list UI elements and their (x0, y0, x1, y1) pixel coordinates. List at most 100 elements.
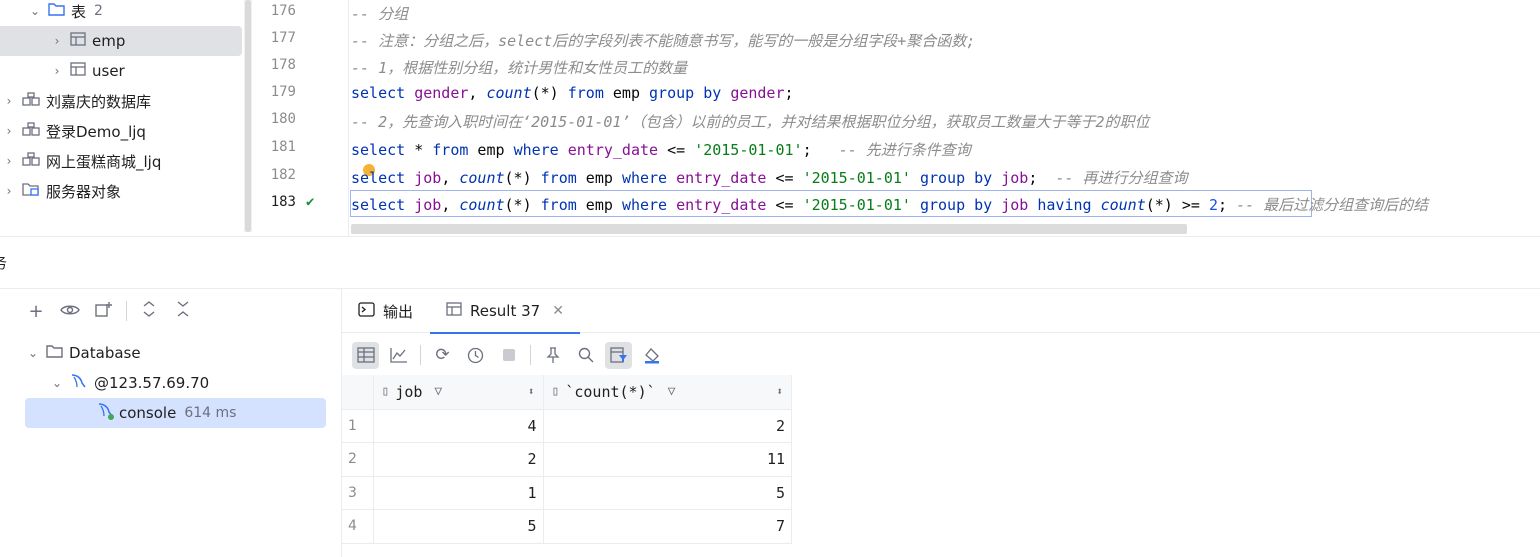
sql-comment: -- 1，根据性别分组，统计男性和女性员工的数量 (351, 59, 688, 77)
sql-table: emp (576, 169, 622, 187)
tree-item-label: emp (92, 32, 126, 50)
cell-count[interactable]: 5 (543, 476, 792, 510)
column-header-job[interactable]: ▯ job ▽ ⬍ (373, 375, 544, 410)
sql-punct: (*) (504, 196, 541, 214)
tree-item-server-objects[interactable]: › 服务器对象 (0, 176, 242, 206)
sql-keyword: where (513, 141, 559, 159)
tree-item-tables[interactable]: ⌄ 表 2 (0, 0, 242, 26)
chevron-down-icon[interactable]: ⌄ (50, 376, 64, 390)
chevron-right-icon[interactable]: › (50, 34, 64, 48)
chevron-down-icon[interactable]: ⌄ (28, 4, 42, 18)
service-item-label: @123.57.69.70 (94, 374, 210, 392)
sql-keyword: select (351, 84, 406, 102)
sql-punct: ; (1028, 169, 1056, 187)
chevron-down-icon[interactable]: ⌄ (26, 346, 40, 360)
filter-columns-icon[interactable] (605, 341, 632, 369)
sql-punct (721, 84, 730, 102)
cell-count[interactable]: 2 (543, 409, 792, 443)
add-icon[interactable]: + (24, 301, 48, 322)
schema-icon (22, 122, 40, 140)
sql-column: job (414, 196, 442, 214)
sql-editor[interactable]: 176 177 178 179 180 181 182 183 ✔ -- 分组 … (256, 0, 1540, 236)
sql-comment: -- 注意：分组之后，select后的字段列表不能随意书写，能写的一般是分组字段… (351, 32, 976, 50)
tree-item-schema-1[interactable]: › 刘嘉庆的数据库 (0, 86, 242, 116)
sql-table: emp (603, 84, 650, 102)
column-header-count[interactable]: ▯ `count(*)` ▽ ⬍ (543, 375, 792, 410)
filter-icon[interactable]: ▽ (668, 384, 676, 399)
sql-keyword: having (1037, 196, 1092, 214)
filter-icon[interactable]: ▽ (434, 384, 442, 399)
sort-icon[interactable]: ⬍ (776, 385, 783, 398)
editor-horizontal-scrollbar[interactable] (351, 224, 1187, 234)
eye-icon[interactable] (58, 301, 82, 322)
tab-output[interactable]: 输出 (358, 289, 413, 333)
line-number: 178 (270, 57, 296, 73)
table-row[interactable]: 4 5 7 (342, 509, 792, 544)
schema-icon (22, 92, 40, 110)
chevron-right-icon[interactable]: › (2, 94, 16, 108)
stop-icon[interactable] (495, 342, 522, 369)
sql-keyword: group by (919, 196, 993, 214)
tree-item-emp[interactable]: › emp (0, 26, 242, 56)
sql-punct: <= (658, 141, 695, 159)
sql-keyword: select (351, 169, 406, 187)
table-row[interactable]: 3 1 5 (342, 476, 792, 510)
table-row[interactable]: 2 2 11 (342, 442, 792, 477)
tree-item-schema-2[interactable]: › 登录Demo_ljq (0, 116, 242, 146)
new-session-icon[interactable] (92, 301, 116, 322)
cell-job[interactable]: 4 (373, 409, 544, 443)
cell-job[interactable]: 2 (373, 442, 544, 477)
service-item-console[interactable]: console 614 ms (25, 398, 326, 428)
sql-punct (405, 196, 414, 214)
sql-column: gender (730, 84, 785, 102)
cell-count[interactable]: 11 (543, 442, 792, 477)
chevron-right-icon[interactable]: › (2, 154, 16, 168)
column-icon: ▯ (381, 384, 390, 400)
table-view-icon[interactable] (352, 341, 379, 369)
chevron-right-icon[interactable]: › (2, 184, 16, 198)
cell-job[interactable]: 5 (373, 509, 544, 544)
terminal-icon (358, 301, 375, 321)
toolbar-separator (530, 345, 531, 365)
sql-keyword: group by (649, 84, 722, 102)
sort-icon[interactable]: ⬍ (528, 385, 535, 398)
table-icon (70, 62, 86, 80)
tree-scrollbar[interactable] (244, 0, 252, 232)
service-item-database[interactable]: ⌄ Database (26, 338, 141, 368)
table-row[interactable]: 1 4 2 (342, 409, 792, 443)
tab-result[interactable]: Result 37 ✕ (430, 289, 580, 334)
sql-comment: -- 分组 (351, 5, 409, 23)
schema-icon (22, 152, 40, 170)
sql-column: entry_date (567, 141, 659, 159)
service-item-label: Database (69, 344, 141, 362)
row-number-header (342, 375, 374, 410)
tree-item-label: 登录Demo_ljq (46, 122, 146, 141)
chevron-right-icon[interactable]: › (2, 124, 16, 138)
close-icon[interactable]: ✕ (552, 303, 564, 319)
code-line-181: select * from emp where entry_date <= '2… (351, 139, 971, 160)
line-number: 182 (270, 167, 296, 183)
code-line-178: -- 1，根据性别分组，统计男性和女性员工的数量 (351, 57, 687, 78)
tree-item-user[interactable]: › user (0, 56, 242, 86)
collapse-all-icon[interactable] (171, 300, 195, 323)
sql-column: job (414, 169, 442, 187)
sql-punct (667, 196, 676, 214)
panel-splitter[interactable] (0, 236, 1540, 237)
console-session-icon (97, 402, 115, 424)
expand-all-icon[interactable] (137, 300, 161, 323)
search-icon[interactable] (572, 342, 599, 369)
pin-icon[interactable] (539, 342, 566, 369)
paint-bucket-icon[interactable] (638, 342, 665, 369)
history-icon[interactable] (462, 342, 489, 369)
cell-count[interactable]: 7 (543, 509, 792, 544)
code-line-179: select gender, count(*) from emp group b… (351, 84, 794, 102)
cell-job[interactable]: 1 (373, 476, 544, 510)
chart-view-icon[interactable] (385, 342, 412, 369)
refresh-icon[interactable]: ⟳ (429, 342, 456, 369)
sql-column: job (1001, 196, 1029, 214)
sql-column: job (1001, 169, 1029, 187)
tree-item-label: 表 (71, 2, 87, 21)
service-item-host[interactable]: ⌄ @123.57.69.70 (50, 368, 209, 398)
chevron-right-icon[interactable]: › (50, 64, 64, 78)
tree-item-schema-3[interactable]: › 网上蛋糕商城_ljq (0, 146, 242, 176)
